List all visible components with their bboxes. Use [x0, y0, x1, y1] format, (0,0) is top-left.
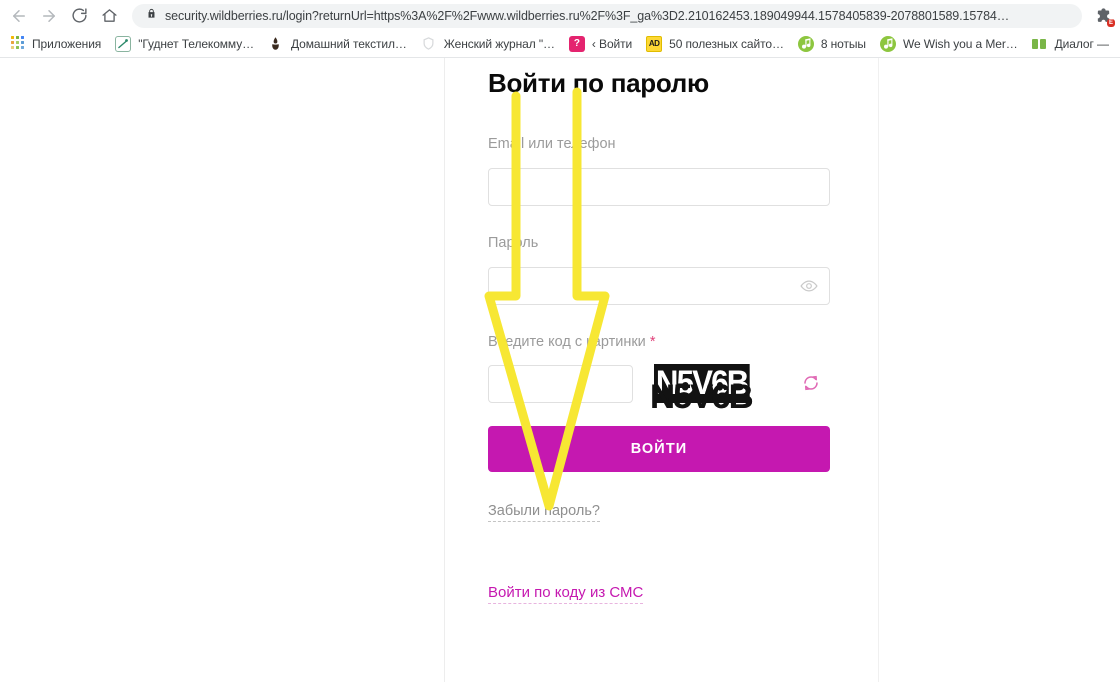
magazine-shield-icon	[421, 36, 437, 52]
bookmark-label: Диалог —	[1054, 37, 1109, 51]
bookmarks-bar: Приложения "Гуднет Телекомму… Домашний т…	[0, 31, 1120, 58]
captcha-label: Введите код с картинки *	[488, 334, 655, 350]
lock-icon	[146, 7, 157, 25]
green-circle-icon	[879, 36, 896, 52]
captcha-code-bottom: N5V6B	[650, 378, 754, 411]
goodnet-icon	[115, 36, 132, 52]
bookmark-label: We Wish you a Mer…	[902, 37, 1018, 51]
apps-grid-icon	[9, 36, 25, 52]
captcha-label-text: Введите код с картинки	[488, 334, 646, 350]
arrow-right-icon	[40, 7, 58, 25]
bookmark-login[interactable]: ? ‹ Войти	[562, 33, 639, 55]
bookmark-label: Приложения	[32, 37, 102, 51]
browser-toolbar: security.wildberries.ru/login?returnUrl=…	[0, 0, 1120, 31]
bookmark-goodnet[interactable]: "Гуднет Телекомму…	[108, 33, 261, 55]
home-icon	[101, 7, 118, 24]
forward-button[interactable]	[34, 2, 64, 30]
bookmark-magazine[interactable]: Женский журнал "…	[414, 33, 562, 55]
extension-icon[interactable]: E	[1090, 3, 1116, 29]
back-button[interactable]	[4, 2, 34, 30]
bookmark-dialog[interactable]: Диалог —	[1025, 33, 1116, 55]
login-card: Войти по паролю Email или телефон Пароль…	[445, 58, 878, 682]
ad-icon: AD	[646, 36, 663, 52]
forgot-password-link[interactable]: Забыли пароль?	[488, 503, 600, 522]
bookmark-50-sites[interactable]: AD 50 полезных сайто…	[639, 33, 791, 55]
arrow-left-icon	[10, 7, 28, 25]
bookmark-label: Женский журнал "…	[443, 37, 555, 51]
bookmark-label: 8 нотыы	[820, 37, 866, 51]
pink-square-icon: ?	[568, 36, 585, 52]
bookmark-apps[interactable]: Приложения	[2, 33, 108, 55]
bookmark-label: Домашний текстил…	[291, 37, 407, 51]
address-bar[interactable]: security.wildberries.ru/login?returnUrl=…	[132, 3, 1082, 28]
required-mark: *	[649, 334, 656, 350]
page-title: Войти по паролю	[488, 68, 709, 98]
bookmark-8-noty[interactable]: 8 нотыы	[791, 33, 873, 55]
reload-icon	[71, 7, 88, 24]
reload-button[interactable]	[64, 2, 94, 30]
eye-icon[interactable]	[800, 278, 818, 294]
bookmark-label: 50 полезных сайто…	[669, 37, 784, 51]
extension-badge: E	[1106, 18, 1115, 27]
bookmark-we-wish[interactable]: We Wish you a Mer…	[873, 33, 1025, 55]
bookmark-textile[interactable]: Домашний текстил…	[261, 33, 414, 55]
refresh-icon[interactable]	[802, 374, 820, 392]
home-button[interactable]	[94, 2, 124, 30]
password-input[interactable]	[488, 267, 830, 305]
password-label: Пароль	[488, 235, 539, 251]
captcha-image: N5V6B N5V6B	[650, 363, 802, 411]
content-right-divider	[878, 58, 879, 682]
bookmark-label: "Гуднет Телекомму…	[138, 37, 255, 51]
captcha-input[interactable]	[488, 365, 633, 403]
email-label: Email или телефон	[488, 136, 616, 152]
dialog-icon	[1031, 36, 1048, 52]
bookmark-label: ‹ Войти	[591, 37, 633, 51]
green-circle-icon	[797, 36, 814, 52]
url-text: security.wildberries.ru/login?returnUrl=…	[165, 8, 1010, 23]
browser-chrome: security.wildberries.ru/login?returnUrl=…	[0, 0, 1120, 58]
email-input[interactable]	[488, 168, 830, 206]
sms-login-link[interactable]: Войти по коду из СМС	[488, 584, 644, 604]
page-viewport: Войти по паролю Email или телефон Пароль…	[0, 58, 1120, 682]
textile-icon	[268, 36, 284, 52]
submit-button[interactable]: ВОЙТИ	[488, 426, 830, 472]
